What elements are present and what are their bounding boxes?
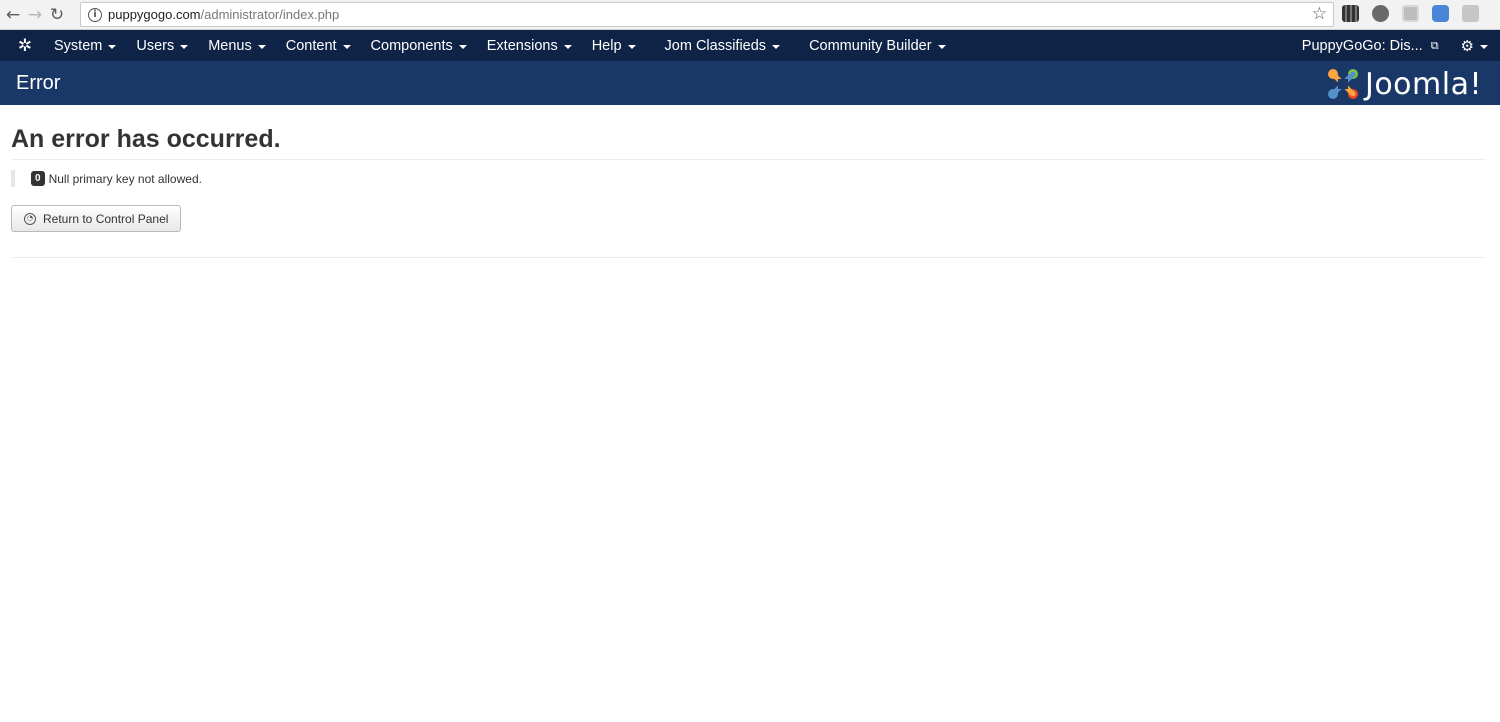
admin-menu-right: PuppyGoGo: Dis... ⧉ ⚙ xyxy=(1302,30,1488,61)
caret-down-icon xyxy=(108,44,117,49)
globe-extension-icon[interactable] xyxy=(1372,5,1389,22)
page-header: Error Joomla! xyxy=(0,61,1500,105)
menu-community-builder[interactable]: Community Builder xyxy=(799,38,956,54)
menu-label: Help xyxy=(591,37,622,54)
reload-icon[interactable]: ↻ xyxy=(46,4,68,26)
bookmark-star-icon[interactable]: ☆ xyxy=(1312,4,1327,24)
caret-down-icon xyxy=(772,44,781,49)
error-message-text: Null primary key not allowed. xyxy=(48,171,202,186)
error-message: 0 Null primary key not allowed. xyxy=(11,170,1486,187)
caret-down-icon xyxy=(937,44,946,49)
external-link-icon[interactable]: ⧉ xyxy=(1431,39,1439,53)
joomla-logo-icon[interactable]: ✲ xyxy=(6,36,44,56)
address-bar[interactable]: i puppygogo.com/administrator/index.php … xyxy=(80,2,1334,27)
error-code-badge: 0 xyxy=(31,171,45,186)
menu-label: Users xyxy=(136,37,175,54)
info-icon[interactable]: i xyxy=(88,7,102,22)
button-label: Return to Control Panel xyxy=(43,211,169,226)
film-extension-icon[interactable] xyxy=(1342,5,1359,22)
caret-down-icon[interactable] xyxy=(1480,44,1488,49)
page-title: Error xyxy=(16,71,61,94)
menu-users[interactable]: Users xyxy=(126,38,198,54)
menu-menus[interactable]: Menus xyxy=(198,38,276,54)
box-extension-icon[interactable] xyxy=(1402,5,1419,22)
error-title: An error has occurred. xyxy=(11,125,1486,160)
menu-label: Jom Classifieds xyxy=(664,37,767,54)
menu-components[interactable]: Components xyxy=(361,38,477,54)
caret-down-icon xyxy=(342,44,351,49)
url-path: /administrator/index.php xyxy=(200,7,340,22)
menu-label: Content xyxy=(285,37,337,54)
extension-icons xyxy=(1342,5,1479,22)
menu-system[interactable]: System xyxy=(44,38,126,54)
dashboard-icon: ◔ xyxy=(24,212,36,225)
divider xyxy=(11,257,1486,258)
caret-down-icon xyxy=(563,44,572,49)
menu-extensions[interactable]: Extensions xyxy=(477,38,582,54)
admin-menu-bar: ✲ System Users Menus Content Components … xyxy=(0,30,1500,61)
grey-extension-icon[interactable] xyxy=(1462,5,1479,22)
menu-label: Components xyxy=(370,37,453,54)
menu-label: System xyxy=(54,37,103,54)
main-content: An error has occurred. 0 Null primary ke… xyxy=(0,125,1500,258)
joomla-wordmark: Joomla! xyxy=(1364,66,1482,102)
gear-icon[interactable]: ⚙ xyxy=(1461,37,1474,55)
menu-label: Menus xyxy=(208,37,252,54)
caret-down-icon xyxy=(458,44,467,49)
menu-jom-classifieds[interactable]: Jom Classifieds xyxy=(655,38,791,54)
joomla-brand: Joomla! xyxy=(1325,66,1482,102)
return-to-control-panel-button[interactable]: ◔ Return to Control Panel xyxy=(11,205,182,232)
caret-down-icon xyxy=(257,44,266,49)
menu-label: Community Builder xyxy=(809,37,932,54)
blue-extension-icon[interactable] xyxy=(1432,5,1449,22)
back-arrow-icon[interactable]: ← xyxy=(2,4,24,26)
forward-arrow-icon[interactable]: → xyxy=(24,4,46,26)
url-host: puppygogo.com xyxy=(108,7,201,22)
menu-help[interactable]: Help xyxy=(582,38,646,54)
caret-down-icon xyxy=(180,44,189,49)
menu-content[interactable]: Content xyxy=(276,38,361,54)
browser-toolbar: ← → ↻ i puppygogo.com/administrator/inde… xyxy=(0,0,1500,30)
menu-label: Extensions xyxy=(486,37,558,54)
caret-down-icon xyxy=(627,44,636,49)
joomla-mark-icon xyxy=(1327,69,1358,99)
site-link[interactable]: PuppyGoGo: Dis... xyxy=(1302,38,1423,54)
